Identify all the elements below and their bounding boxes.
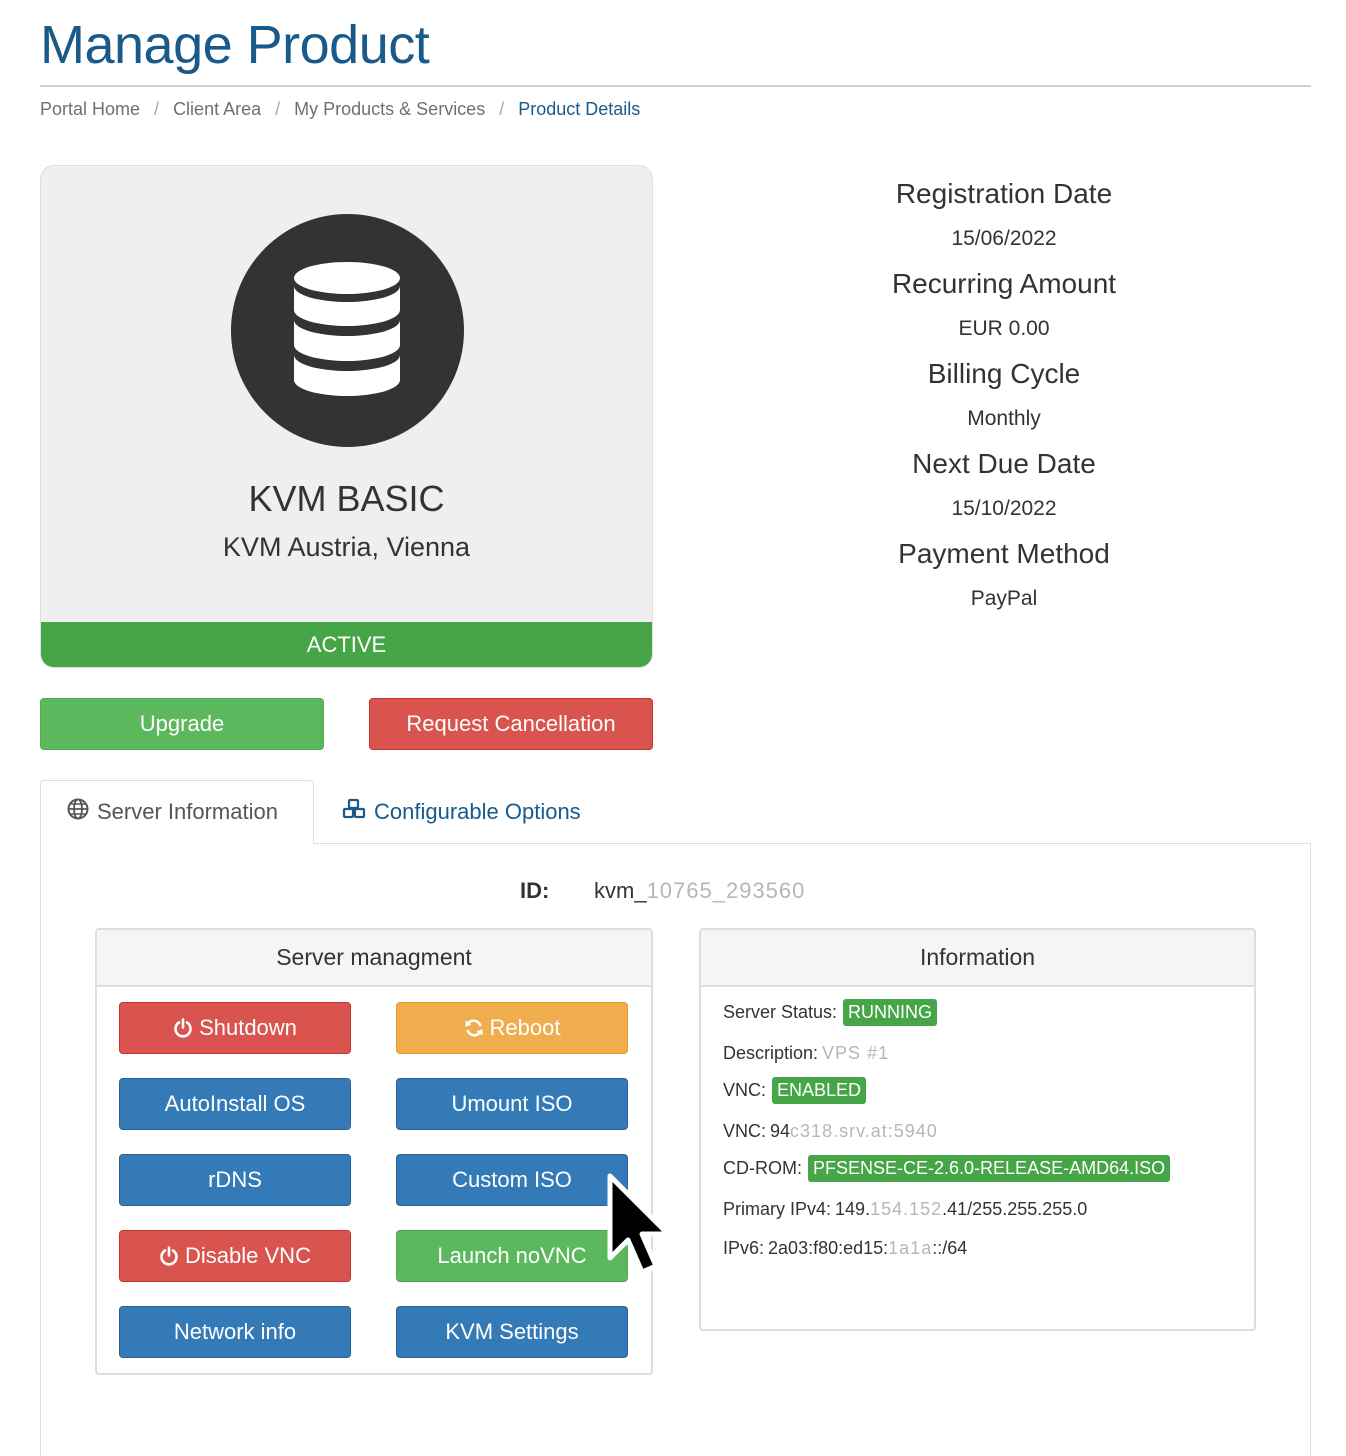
registration-date-value: 15/06/2022	[951, 227, 1057, 250]
ipv4-suffix: .41/255.255.255.0	[942, 1199, 1088, 1219]
kvm-settings-button[interactable]: KVM Settings	[396, 1306, 628, 1358]
product-name: KVM BASIC	[248, 478, 445, 519]
vnc-status-line: VNC: ENABLED	[723, 1077, 867, 1104]
database-icon	[294, 262, 400, 396]
cdrom-line: CD-ROM: PFSENSE-CE-2.6.0-RELEASE-AMD64.I…	[723, 1155, 1171, 1182]
breadcrumb-portal-home[interactable]: Portal Home	[40, 99, 140, 120]
registration-date-label: Registration Date	[895, 178, 1113, 209]
breadcrumb-client-area[interactable]: Client Area	[173, 99, 261, 120]
billing-cycle-label: Billing Cycle	[927, 358, 1081, 389]
vnc-host-label: VNC:	[723, 1121, 767, 1141]
breadcrumb: Portal Home / Client Area / My Products …	[40, 99, 640, 120]
ipv6-line: IPv6: 2a03:f80:ed15: 1a1a::/64	[723, 1238, 967, 1259]
vnc-status-badge: ENABLED	[772, 1077, 867, 1104]
description-line: Description: VPS #1	[723, 1043, 889, 1064]
cubes-icon	[342, 798, 366, 826]
reboot-label: Reboot	[489, 1015, 561, 1040]
ipv6-label: IPv6:	[723, 1238, 765, 1258]
description-label: Description:	[723, 1043, 819, 1063]
shutdown-label: Shutdown	[199, 1015, 297, 1040]
page-title: Manage Product	[40, 15, 430, 75]
server-status-line: Server Status: RUNNING	[723, 999, 938, 1026]
ipv6-suffix: ::/64	[932, 1238, 968, 1258]
umount-iso-button[interactable]: Umount ISO	[396, 1078, 628, 1130]
billing-details: Registration Date 15/06/2022 Recurring A…	[804, 172, 1204, 622]
tab-server-information-label: Server Information	[97, 799, 278, 824]
next-due-date-label: Next Due Date	[912, 448, 1096, 479]
server-status-badge: RUNNING	[843, 999, 938, 1026]
payment-method-value: PayPal	[970, 587, 1038, 610]
product-icon-circle	[231, 214, 464, 447]
disable-vnc-label: Disable VNC	[185, 1243, 311, 1268]
billing-cycle-value: Monthly	[967, 407, 1041, 430]
breadcrumb-separator: /	[499, 99, 505, 119]
information-panel: Information Server Status: RUNNING Descr…	[699, 928, 1256, 1331]
description-masked: VPS #1	[822, 1043, 890, 1063]
power-icon	[173, 1018, 193, 1038]
server-management-title: Server managment	[97, 930, 651, 987]
tab-configurable-options-label: Configurable Options	[374, 799, 581, 824]
request-cancellation-button[interactable]: Request Cancellation	[369, 698, 653, 750]
breadcrumb-separator: /	[275, 99, 281, 119]
breadcrumb-separator: /	[154, 99, 160, 119]
upgrade-button[interactable]: Upgrade	[40, 698, 324, 750]
reboot-button[interactable]: Reboot	[396, 1002, 628, 1054]
cdrom-badge: PFSENSE-CE-2.6.0-RELEASE-AMD64.ISO	[808, 1155, 1171, 1182]
breadcrumb-product-details: Product Details	[518, 99, 641, 119]
recurring-amount-value: EUR 0.00	[958, 317, 1050, 340]
power-icon	[159, 1246, 179, 1266]
vnc-host-line: VNC: 94 c318.srv.at:5940	[723, 1121, 938, 1142]
next-due-date-value: 15/10/2022	[951, 497, 1057, 520]
payment-method-label: Payment Method	[898, 538, 1110, 569]
server-id-masked: 10765_293560	[646, 878, 806, 903]
tab-configurable-options[interactable]: Configurable Options	[342, 780, 581, 844]
globe-icon	[67, 798, 89, 826]
cdrom-label: CD-ROM:	[723, 1158, 802, 1178]
ipv4-line: Primary IPv4: 149. 154.152.41/255.255.255…	[723, 1199, 1087, 1220]
rdns-button[interactable]: rDNS	[119, 1154, 351, 1206]
vnc-host-masked: c318.srv.at:5940	[790, 1121, 938, 1141]
information-title: Information	[701, 930, 1254, 987]
server-status-label: Server Status:	[723, 1002, 838, 1022]
product-status-bar: ACTIVE	[41, 622, 652, 667]
disable-vnc-button[interactable]: Disable VNC	[119, 1230, 351, 1282]
launch-novnc-button[interactable]: Launch noVNC	[396, 1230, 628, 1282]
ipv4-prefix: 149.	[835, 1199, 871, 1219]
server-id-prefix: kvm_	[594, 878, 647, 903]
vnc-status-label: VNC:	[723, 1080, 767, 1100]
autoinstall-os-button[interactable]: AutoInstall OS	[119, 1078, 351, 1130]
breadcrumb-my-products[interactable]: My Products & Services	[294, 99, 485, 120]
ipv4-masked: 154.152	[870, 1199, 943, 1219]
ipv6-masked: 1a1a	[888, 1238, 933, 1258]
ipv4-label: Primary IPv4:	[723, 1199, 832, 1219]
vnc-host-prefix: 94	[770, 1121, 791, 1141]
network-info-button[interactable]: Network info	[119, 1306, 351, 1358]
server-id-row: ID: kvm_ 10765_293560	[520, 878, 805, 904]
custom-iso-button[interactable]: Custom ISO	[396, 1154, 628, 1206]
refresh-icon	[464, 1018, 484, 1038]
ipv6-prefix: 2a03:f80:ed15:	[768, 1238, 889, 1258]
recurring-amount-label: Recurring Amount	[891, 268, 1117, 299]
product-card: KVM BASIC KVM Austria, Vienna ACTIVE	[40, 165, 653, 668]
title-divider	[40, 85, 1311, 87]
product-location: KVM Austria, Vienna	[222, 532, 471, 562]
mouse-pointer-icon	[606, 1172, 676, 1282]
shutdown-button[interactable]: Shutdown	[119, 1002, 351, 1054]
tab-server-information[interactable]: Server Information	[40, 780, 314, 844]
server-id-label: ID:	[520, 878, 550, 903]
